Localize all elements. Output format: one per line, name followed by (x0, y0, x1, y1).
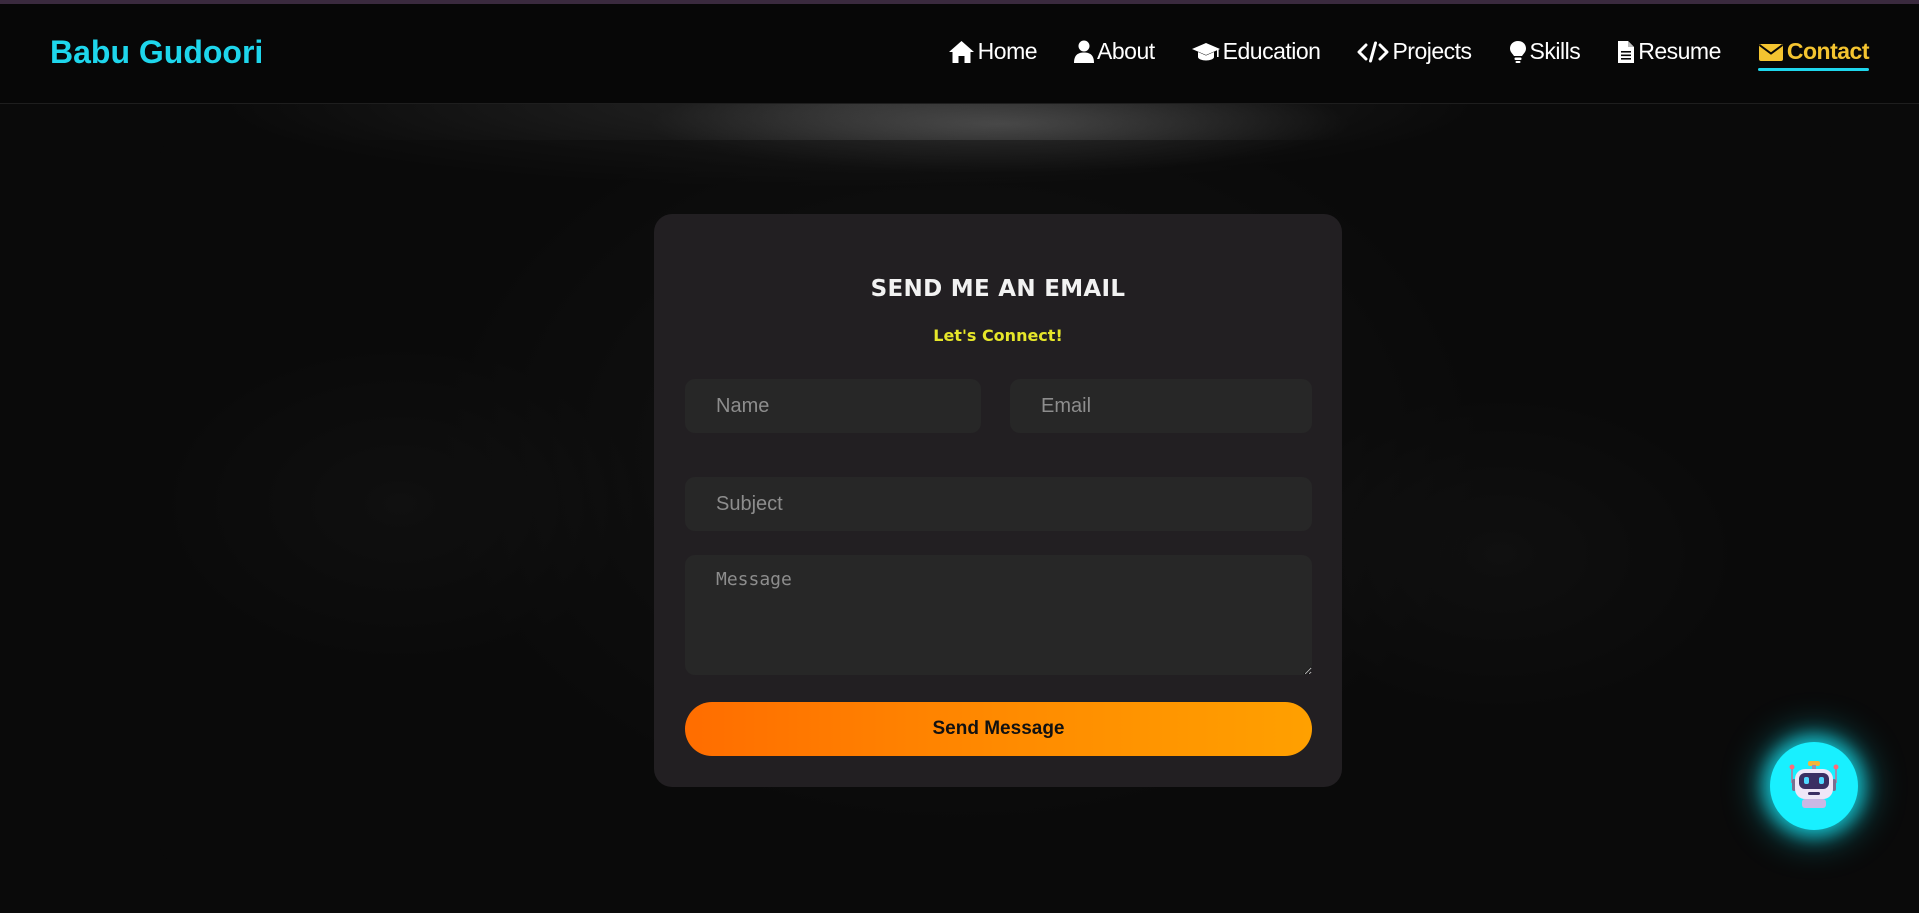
nav-resume[interactable]: Resume (1617, 38, 1721, 69)
message-textarea[interactable] (685, 555, 1312, 675)
nav-projects[interactable]: Projects (1357, 38, 1472, 69)
code-icon (1357, 41, 1389, 63)
main-nav: Home About Education Projects Skills Res… (911, 38, 1870, 71)
nav-education-label: Education (1222, 38, 1321, 64)
nav-home-label: Home (977, 38, 1038, 64)
nav-resume-label: Resume (1638, 38, 1721, 64)
user-icon (1074, 40, 1095, 64)
subject-input[interactable] (685, 477, 1312, 531)
document-icon (1617, 40, 1635, 64)
contact-form-card: SEND ME AN EMAIL Let's Connect! Send Mes… (654, 214, 1342, 787)
form-title: SEND ME AN EMAIL (870, 276, 1126, 302)
home-icon (948, 40, 975, 64)
nav-home[interactable]: Home (948, 38, 1038, 69)
nav-contact[interactable]: Contact (1757, 38, 1870, 71)
nav-about[interactable]: About (1074, 38, 1155, 69)
site-header: Babu Gudoori Home About Education Projec… (0, 4, 1919, 104)
robot-icon (1788, 759, 1840, 814)
nav-skills[interactable]: Skills (1509, 38, 1581, 69)
nav-skills-label: Skills (1529, 38, 1581, 64)
brand-logo[interactable]: Babu Gudoori (50, 34, 263, 71)
nav-about-label: About (1097, 38, 1155, 64)
nav-education[interactable]: Education (1191, 38, 1321, 69)
send-message-button[interactable]: Send Message (685, 702, 1312, 756)
form-subtitle: Let's Connect! (933, 326, 1063, 345)
graduation-cap-icon (1191, 41, 1220, 63)
chatbot-button[interactable] (1770, 742, 1858, 830)
nav-projects-label: Projects (1392, 38, 1472, 64)
envelope-icon (1758, 42, 1784, 62)
nav-contact-label: Contact (1786, 38, 1870, 64)
name-input[interactable] (685, 379, 981, 433)
email-input[interactable] (1010, 379, 1312, 433)
lightbulb-icon (1509, 40, 1527, 64)
